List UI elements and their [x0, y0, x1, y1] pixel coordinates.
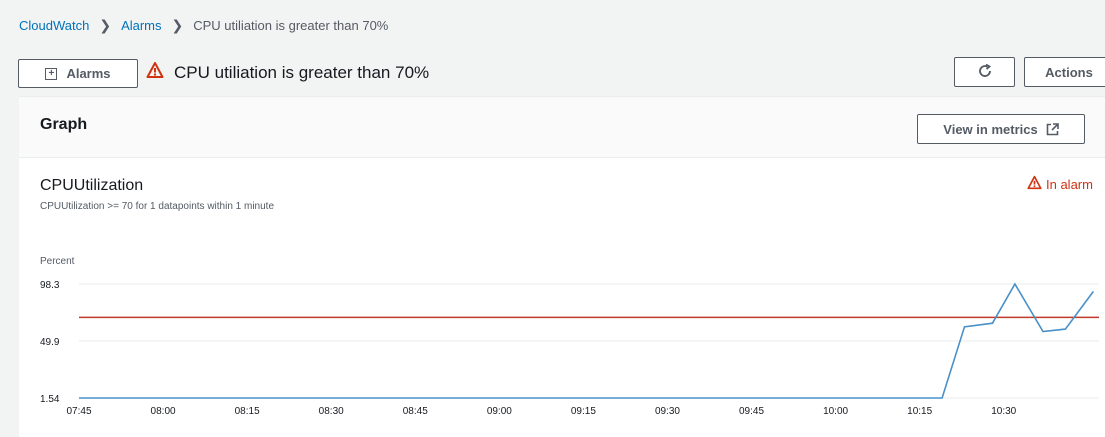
chevron-right-icon: ❯	[99, 17, 112, 33]
alarm-condition: CPUUtilization >= 70 for 1 datapoints wi…	[40, 201, 275, 212]
graph-panel-header: Graph View in metrics	[19, 97, 1105, 158]
x-tick-label: 09:30	[655, 406, 680, 417]
graph-panel-title: Graph	[40, 116, 88, 133]
warning-icon	[1027, 175, 1042, 193]
actions-button-label: Actions	[1045, 64, 1093, 80]
x-tick-label: 09:45	[739, 406, 764, 417]
alarm-state-label: In alarm	[1046, 176, 1093, 192]
x-tick-label: 10:00	[823, 406, 848, 417]
alarm-name: CPU utiliation is greater than 70%	[174, 62, 430, 82]
x-tick-label: 08:45	[403, 406, 428, 417]
y-tick-label: 49.9	[40, 337, 60, 348]
chevron-right-icon: ❯	[171, 17, 184, 33]
warning-icon	[146, 61, 164, 84]
metric-title: CPUUtilization	[40, 177, 144, 194]
x-tick-label: 09:00	[487, 406, 512, 417]
breadcrumb: CloudWatch ❯ Alarms ❯ CPU utiliation is …	[19, 17, 388, 34]
refresh-button[interactable]	[954, 57, 1015, 87]
view-in-metrics-label: View in metrics	[943, 121, 1038, 137]
x-tick-label: 10:15	[907, 406, 932, 417]
y-axis-label: Percent	[40, 256, 75, 267]
x-tick-label: 08:30	[319, 406, 344, 417]
y-tick-label: 98.3	[40, 280, 60, 291]
breadcrumb-alarms[interactable]: Alarms	[121, 18, 161, 33]
alarms-button-label: Alarms	[66, 66, 111, 81]
cpu-utilization-chart: 98.3 49.9 1.54 07:45 08:00 08:15 08:30 08:45 09:…	[40, 280, 1099, 417]
breadcrumb-cloudwatch[interactable]: CloudWatch	[19, 18, 89, 33]
refresh-icon	[977, 63, 993, 82]
y-tick-label: 1.54	[40, 394, 60, 405]
x-tick-label: 07:45	[66, 406, 91, 417]
x-tick-label: 08:00	[151, 406, 176, 417]
x-tick-label: 10:30	[991, 406, 1016, 417]
graph-panel: Graph View in metrics CPUUtilization CPU…	[19, 96, 1105, 437]
alarms-button[interactable]: + Alarms	[18, 59, 138, 88]
expand-icon: +	[45, 67, 58, 80]
breadcrumb-current: CPU utiliation is greater than 70%	[193, 18, 389, 33]
x-tick-label: 08:15	[235, 406, 260, 417]
alarm-state: In alarm	[1027, 175, 1093, 193]
page-title: CPU utiliation is greater than 70%	[146, 61, 429, 84]
view-in-metrics-button[interactable]: View in metrics	[917, 114, 1085, 144]
actions-button[interactable]: Actions	[1024, 57, 1105, 87]
external-link-icon	[1046, 122, 1059, 136]
x-tick-label: 09:15	[571, 406, 596, 417]
